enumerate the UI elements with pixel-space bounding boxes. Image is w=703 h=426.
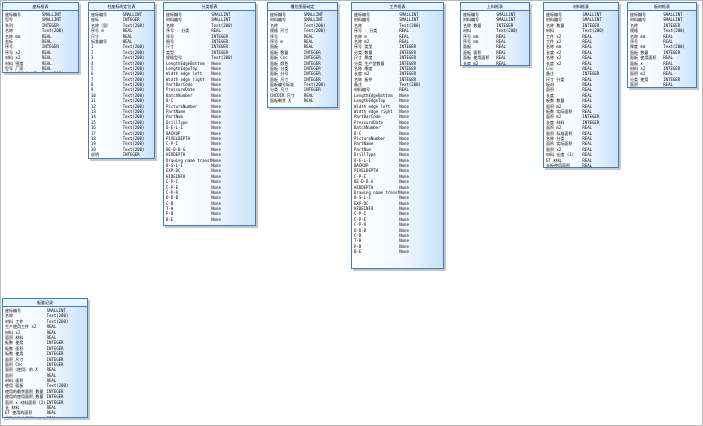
column-name: 面积的剩余面积 (5, 416, 47, 417)
entity-title: 座标框表 (3, 3, 78, 11)
column-type: REAL (303, 98, 314, 104)
column-type: None (211, 216, 221, 222)
entity-table[interactable]: 工件框表 座标编号 SMALLINT 材料编号 SMALLINT 名称 Text(200) 序… (351, 2, 444, 269)
column-name: B-E (166, 216, 174, 222)
column-name: 长板使用面积 (546, 162, 570, 168)
column-list: 座标编号 SMALLINT 材料编号 SMALLINT 名称 Text(200) 序号 - … (352, 11, 443, 256)
column-type: INTEGER (122, 152, 140, 158)
column-row: 面板剩余 X REAL (270, 98, 335, 103)
column-row: 长度 m2 REAL (463, 60, 527, 66)
column-name: 单个座标的参考值 (5, 71, 42, 72)
column-row: B-E None (166, 217, 253, 222)
column-type: REAL (496, 60, 506, 66)
column-list: 座标编号 SMALLINT 材料编号 SMALLINT 名称 Text(200) 规格 尺寸… (268, 11, 337, 105)
entity-title: 材料框表 (544, 3, 618, 11)
column-type: REAL (663, 87, 694, 88)
entity-title: 柱座标的定位表 (89, 3, 154, 11)
column-list: 座标编号 SMALLINT 材料编号 SMALLINT 名称 Text(200) 序号 - … (164, 11, 255, 223)
entity-table[interactable]: 材料框表 座标编号 SMALLINT 材料编号 SMALLINT 名称 数量 INTEGER… (543, 2, 619, 168)
column-type: REAL (582, 162, 593, 168)
column-row: 面板（使用）REAL (630, 87, 694, 88)
entity-title: 工件框表 (352, 3, 443, 11)
column-row: 长板使用面积 REAL (546, 162, 616, 168)
column-type: None (399, 249, 409, 255)
column-name: 面板（使用） (630, 87, 663, 88)
column-list: 座标编号 SMALLINT 型号 SMALLINT 系列 INTEGER 名称 Text(20… (3, 11, 78, 72)
column-type: Text(200) (42, 71, 76, 72)
entity-table[interactable]: 座标框表 座标编号 SMALLINT 型号 SMALLINT 系列 INTEGER 名称 Tex… (2, 2, 79, 73)
entity-table[interactable]: 分类框表 座标编号 SMALLINT 材料编号 SMALLINT 名称 Text(200) 序… (163, 2, 256, 226)
entity-table[interactable]: 柱座标的定位表 座标编号 SMALLINT 座标 INTEGER 名称（显） Text(20… (88, 2, 155, 159)
column-type: REAL (47, 416, 85, 417)
column-list: 座标编号 SMALLINT 材料编号 SMALLINT 名称 数量 INTEGER 材料 Te… (461, 11, 529, 66)
entity-title: 板材框表 (628, 3, 696, 11)
column-row: 面积的剩余面积REAL (5, 416, 85, 417)
entity-table[interactable]: 板材框表 座标编号 SMALLINT 材料编号 SMALLINT 名称 INTEGER 规格 T… (627, 2, 697, 88)
column-row: 说明 INTEGER (91, 152, 152, 157)
entity-title: 板量记录 (3, 299, 87, 307)
column-list: 座标编号 SMALLINT 座标 INTEGER 名称（显） Text(200) 序号 mR… (89, 11, 154, 158)
column-row: B-E None (354, 249, 441, 254)
column-list: 座标编号 SMALLINT 材料编号 SMALLINT 名称 数量 INTEGER 材料 Te… (544, 11, 618, 168)
entity-table[interactable]: 槽位图基础定 座标编号 SMALLINT 材料编号 SMALLINT 名称 Text(200… (267, 2, 338, 108)
column-name: 长度 m2 (463, 60, 479, 66)
column-name: B-E (354, 249, 362, 255)
entity-title: 上料框表 (461, 3, 529, 11)
entity-title: 分类框表 (164, 3, 255, 11)
column-name: 说明 (91, 152, 99, 158)
column-row: 单个座标的参考值Text(200) (5, 71, 76, 72)
column-name: 面板剩余 X (270, 98, 291, 104)
entity-table[interactable]: 板量记录 座标编号 SMALLINT 名称 Text(200) 材料 工件 Text(200… (2, 298, 88, 418)
column-list: 座标编号 SMALLINT 材料编号 SMALLINT 名称 INTEGER 规格 Text(… (628, 11, 696, 88)
column-list: 座标编号 SMALLINT 名称 Text(200) 材料 工件 Text(200) 生产使… (3, 307, 87, 417)
entity-title: 槽位图基础定 (268, 3, 337, 11)
entity-table[interactable]: 上料框表 座标编号 SMALLINT 材料编号 SMALLINT 名称 数量 INTEGER… (460, 2, 530, 66)
